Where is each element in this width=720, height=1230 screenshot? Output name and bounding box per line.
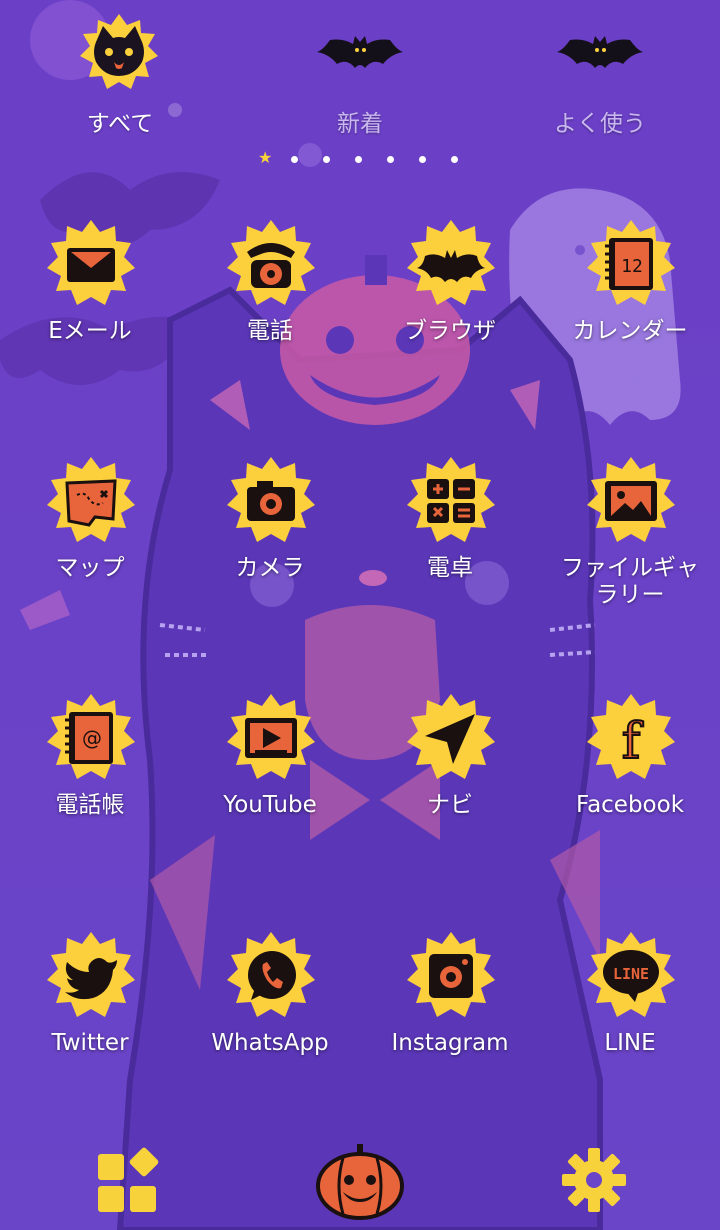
app-label: LINE [604, 1030, 656, 1056]
page-dot [419, 156, 426, 163]
app-camera[interactable]: カメラ [180, 455, 360, 635]
app-label: 電話 [247, 318, 293, 344]
page-dot [291, 156, 298, 163]
line-badge-text: LINE [613, 965, 649, 983]
grid-icon [98, 1147, 159, 1212]
app-label: カメラ [235, 555, 305, 581]
category-tabs: すべて 新着 よく使う [0, 0, 720, 150]
app-instagram[interactable]: Instagram [360, 930, 540, 1110]
whatsapp-phone-icon [227, 932, 315, 1017]
app-gallery[interactable]: ファイルギャ ラリー [540, 455, 720, 635]
app-whatsapp[interactable]: WhatsApp [180, 930, 360, 1110]
app-twitter[interactable]: Twitter [0, 930, 180, 1110]
app-label: Twitter [51, 1030, 129, 1056]
app-browser[interactable]: ブラウザ [360, 218, 540, 398]
line-bubble-icon: LINE [587, 932, 675, 1017]
app-facebook[interactable]: f Facebook [540, 692, 720, 872]
page-indicator: ★ [0, 148, 720, 170]
app-label: ブラウザ [404, 318, 496, 344]
calculator-icon [407, 457, 495, 542]
app-label: WhatsApp [211, 1030, 329, 1056]
app-label: Instagram [391, 1030, 509, 1056]
camera-icon [227, 457, 315, 542]
app-navi[interactable]: ナビ [360, 692, 540, 872]
page-dot [323, 156, 330, 163]
page-dot [355, 156, 362, 163]
app-map[interactable]: マップ [0, 455, 180, 635]
settings-button[interactable] [558, 1144, 630, 1216]
tab-label-new: 新着 [337, 111, 383, 137]
bat-icon [407, 220, 495, 305]
app-label: 電卓 [427, 555, 473, 581]
page-dot [387, 156, 394, 163]
pumpkin-icon [316, 1144, 404, 1220]
black-cat-icon [80, 14, 158, 89]
bat-icon [557, 36, 643, 68]
calendar-icon: 12 [587, 220, 675, 305]
tab-all[interactable]: すべて [20, 0, 220, 145]
rotary-phone-icon [227, 220, 315, 305]
tab-frequent[interactable]: よく使う [500, 0, 700, 145]
treasure-map-icon [47, 457, 135, 542]
app-email[interactable]: Eメール [0, 218, 180, 398]
navigation-arrow-icon [407, 694, 495, 779]
svg-text:@: @ [82, 726, 102, 750]
facebook-f-icon: f [587, 694, 675, 779]
bat-icon [317, 36, 403, 68]
app-phone[interactable]: 電話 [180, 218, 360, 398]
instagram-camera-icon [407, 932, 495, 1017]
app-calendar[interactable]: 12 カレンダー [540, 218, 720, 398]
app-calculator[interactable]: 電卓 [360, 455, 540, 635]
app-label: マップ [55, 555, 125, 581]
tab-label-all: すべて [86, 111, 154, 137]
current-page-star-icon: ★ [258, 148, 273, 167]
apps-grid-button[interactable] [92, 1146, 164, 1218]
gallery-picture-icon [587, 457, 675, 542]
app-youtube[interactable]: YouTube [180, 692, 360, 872]
envelope-icon [47, 220, 135, 305]
gear-icon [562, 1148, 626, 1212]
app-contacts[interactable]: @ 電話帳 [0, 692, 180, 872]
calendar-number: 12 [621, 256, 643, 277]
tab-new[interactable]: 新着 [260, 0, 460, 145]
app-label: YouTube [223, 792, 317, 818]
page-dot [451, 156, 458, 163]
video-play-icon [227, 694, 315, 779]
address-book-icon: @ [47, 694, 135, 779]
app-label: 電話帳 [55, 792, 125, 818]
app-label: Facebook [575, 792, 685, 818]
home-pumpkin-button[interactable] [313, 1140, 407, 1222]
app-label: Eメール [48, 318, 132, 344]
app-label: ナビ [427, 792, 473, 818]
twitter-bird-icon [47, 932, 135, 1017]
app-line[interactable]: LINE LINE [540, 930, 720, 1110]
app-label: カレンダー [572, 318, 688, 344]
tab-label-frequent: よく使う [554, 111, 646, 137]
app-label: ファイルギャ ラリー [561, 555, 699, 608]
